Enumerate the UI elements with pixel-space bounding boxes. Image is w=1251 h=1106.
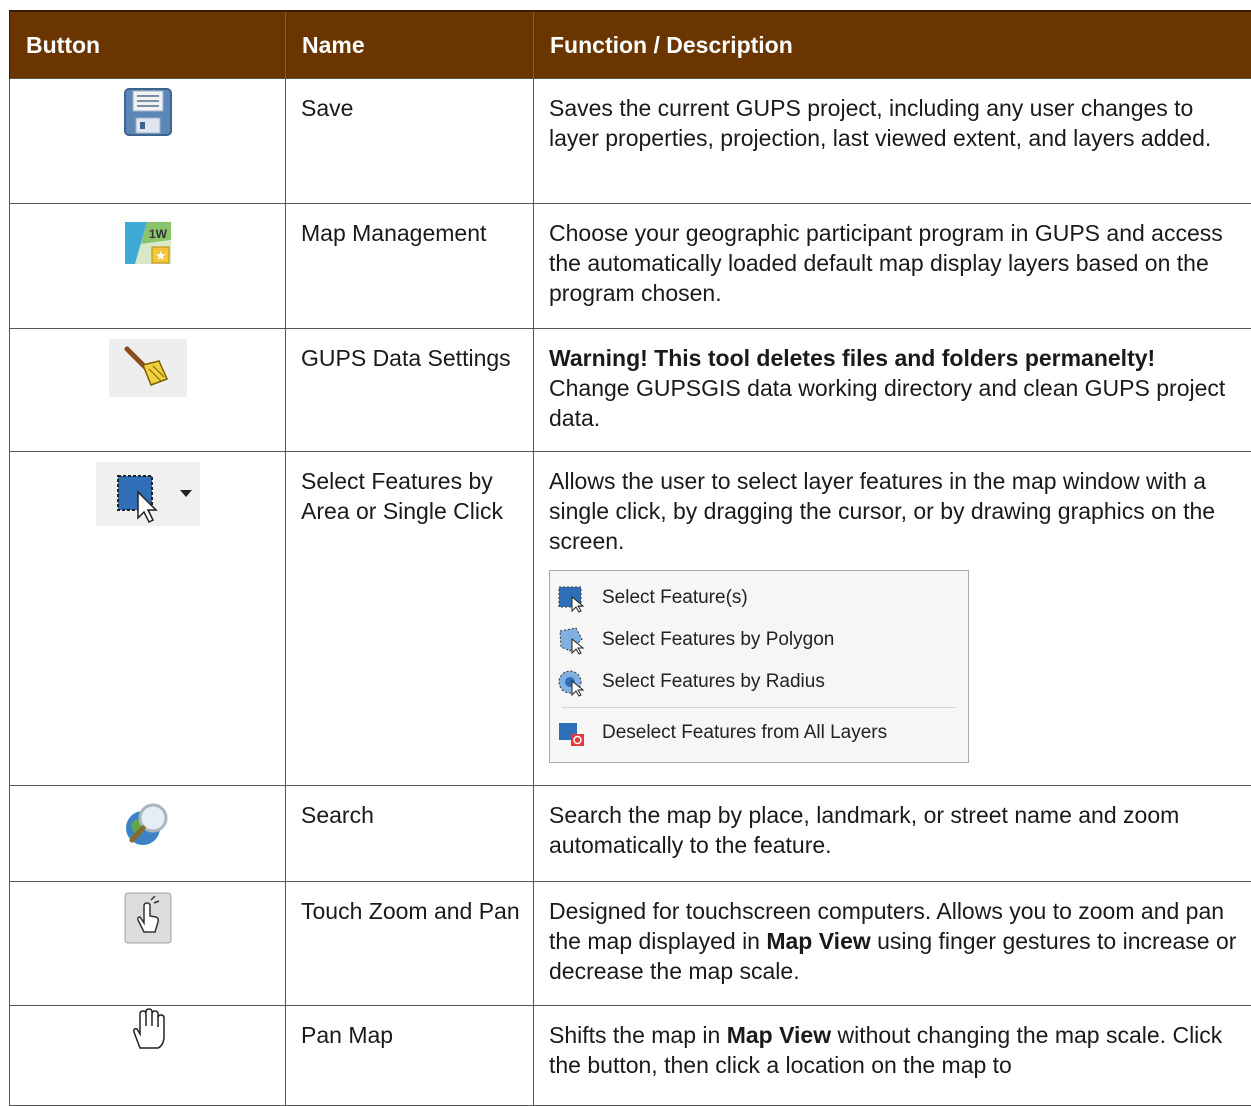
icon-cell bbox=[10, 786, 286, 882]
desc-select-features: Allows the user to select layer features… bbox=[534, 452, 1251, 786]
header-button: Button bbox=[10, 11, 286, 79]
desc-text: Allows the user to select layer features… bbox=[549, 466, 1241, 556]
broom-settings-icon bbox=[109, 339, 187, 404]
svg-text:★: ★ bbox=[155, 249, 167, 264]
select-radius-icon bbox=[556, 667, 588, 697]
desc-save: Saves the current GUPS project, includin… bbox=[534, 79, 1251, 204]
name-touch-zoom: Touch Zoom and Pan bbox=[286, 882, 534, 1006]
name-select-features: Select Features by Area or Single Click bbox=[286, 452, 534, 786]
name-search: Search bbox=[286, 786, 534, 882]
select-feature-icon bbox=[556, 583, 588, 613]
touch-zoom-icon bbox=[124, 892, 172, 951]
desc-data-settings: Warning! This tool deletes files and fol… bbox=[534, 329, 1251, 452]
search-globe-icon bbox=[123, 802, 173, 855]
table-row: Select Features by Area or Single Click … bbox=[10, 452, 1251, 786]
name-pan-map: Pan Map bbox=[286, 1006, 534, 1106]
menu-item-deselect-all[interactable]: Deselect Features from All Layers bbox=[550, 712, 968, 754]
table-header-row: Button Name Function / Description bbox=[10, 11, 1251, 79]
select-features-icon bbox=[96, 462, 200, 533]
icon-cell: 1W ★ bbox=[10, 204, 286, 329]
map-management-icon: 1W ★ bbox=[125, 222, 171, 271]
toolbar-reference-table: Button Name Function / Description bbox=[9, 10, 1251, 1106]
desc-map-management: Choose your geographic participant progr… bbox=[534, 204, 1251, 329]
table-row: GUPS Data Settings Warning! This tool de… bbox=[10, 329, 1251, 452]
icon-cell bbox=[10, 79, 286, 204]
desc-text: Change GUPSGIS data working directory an… bbox=[549, 375, 1225, 431]
header-name: Name bbox=[286, 11, 534, 79]
menu-item-select-radius[interactable]: Select Features by Radius bbox=[550, 661, 968, 703]
table-row: Save Saves the current GUPS project, inc… bbox=[10, 79, 1251, 204]
desc-search: Search the map by place, landmark, or st… bbox=[534, 786, 1251, 882]
deselect-icon bbox=[556, 718, 588, 748]
select-polygon-icon bbox=[556, 625, 588, 655]
icon-cell bbox=[10, 1006, 286, 1106]
name-data-settings: GUPS Data Settings bbox=[286, 329, 534, 452]
menu-separator bbox=[562, 707, 956, 708]
icon-cell bbox=[10, 329, 286, 452]
table-row: Search Search the map by place, landmark… bbox=[10, 786, 1251, 882]
name-map-management: Map Management bbox=[286, 204, 534, 329]
icon-cell bbox=[10, 452, 286, 786]
map-view-label: Map View bbox=[727, 1022, 831, 1048]
desc-touch-zoom: Designed for touchscreen computers. Allo… bbox=[534, 882, 1251, 1006]
table-row: 1W ★ Map Management Choose your geograph… bbox=[10, 204, 1251, 329]
desc-pan-map: Shifts the map in Map View without chang… bbox=[534, 1006, 1251, 1106]
map-view-label: Map View bbox=[766, 928, 870, 954]
save-floppy-icon bbox=[123, 87, 173, 144]
table-row: Pan Map Shifts the map in Map View witho… bbox=[10, 1006, 1251, 1106]
svg-text:1W: 1W bbox=[149, 227, 168, 241]
menu-item-select-features[interactable]: Select Feature(s) bbox=[550, 577, 968, 619]
header-function: Function / Description bbox=[534, 11, 1251, 79]
table-row: Touch Zoom and Pan Designed for touchscr… bbox=[10, 882, 1251, 1006]
select-dropdown-menu: Select Feature(s) Select Features by Pol… bbox=[549, 570, 969, 763]
hand-pan-icon bbox=[128, 1008, 168, 1057]
icon-cell bbox=[10, 882, 286, 1006]
warning-text: Warning! This tool deletes files and fol… bbox=[549, 345, 1155, 371]
menu-item-select-polygon[interactable]: Select Features by Polygon bbox=[550, 619, 968, 661]
name-save: Save bbox=[286, 79, 534, 204]
